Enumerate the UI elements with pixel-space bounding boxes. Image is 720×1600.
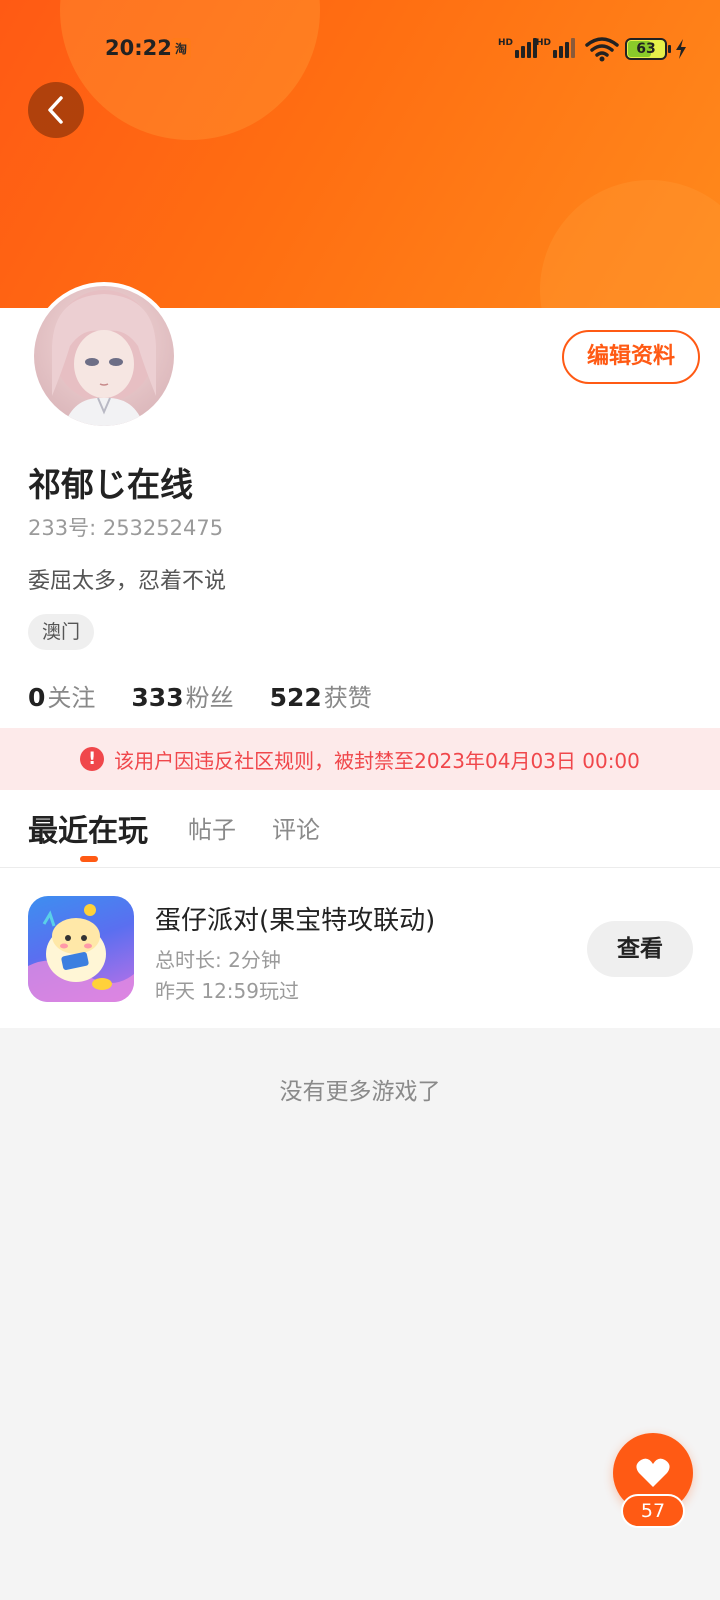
tab-indicator xyxy=(80,856,98,862)
stat-label: 获赞 xyxy=(323,684,372,712)
stat-following[interactable]: 0 关注 xyxy=(28,678,95,713)
battery-percentage: 63 xyxy=(636,41,656,57)
wifi-icon xyxy=(585,37,619,62)
status-time: 20:22 xyxy=(105,36,172,60)
battery-cap xyxy=(668,45,671,53)
list-item[interactable]: 蛋仔派对(果宝特攻联动) 总时长: 2分钟 昨天 12:59玩过 查看 xyxy=(0,868,720,1028)
profile-tabs: 最近在玩 帖子 评论 xyxy=(0,790,720,868)
edit-profile-button[interactable]: 编辑资料 xyxy=(562,330,700,384)
user-bio: 委屈太多，忍着不说 xyxy=(28,569,227,594)
game-last-played: 昨天 12:59玩过 xyxy=(155,979,299,1003)
location-tag: 澳门 xyxy=(28,614,95,650)
charging-icon xyxy=(676,39,686,59)
battery-icon: 63 xyxy=(625,38,667,60)
profile-stats: 0 关注 333 粉丝 522 获赞 xyxy=(28,678,408,713)
stat-followers[interactable]: 333 粉丝 xyxy=(131,678,233,713)
stat-label: 粉丝 xyxy=(185,684,234,712)
stat-number: 0 xyxy=(28,683,46,712)
game-title: 蛋仔派对(果宝特攻联动) xyxy=(155,906,436,936)
cell-signal-icon: HD xyxy=(498,38,539,58)
ban-notice-text: 该用户因违反社区规则，被封禁至2023年04月03日 00:00 xyxy=(114,748,640,773)
user-id: 233号: 253252475 xyxy=(28,516,224,540)
banner-decoration xyxy=(540,180,720,310)
ban-notice: ! 该用户因违反社区规则，被封禁至2023年04月03日 00:00 xyxy=(0,728,720,790)
tab-comments[interactable]: 评论 xyxy=(272,810,320,845)
avatar-image xyxy=(34,286,174,426)
game-duration: 总时长: 2分钟 xyxy=(155,948,281,972)
stat-number: 522 xyxy=(269,683,322,712)
chevron-left-icon xyxy=(48,96,63,124)
stat-number: 333 xyxy=(131,683,184,712)
back-button[interactable] xyxy=(28,82,84,138)
username: 祁郁じ在线 xyxy=(28,465,193,504)
tab-posts[interactable]: 帖子 xyxy=(188,810,236,845)
view-button[interactable]: 查看 xyxy=(587,921,693,977)
warning-icon: ! xyxy=(80,747,105,771)
heart-icon xyxy=(636,1458,670,1487)
game-icon xyxy=(28,896,134,1002)
no-more-games-text: 没有更多游戏了 xyxy=(279,1079,441,1105)
tab-recent-games[interactable]: 最近在玩 xyxy=(28,806,148,850)
avatar[interactable] xyxy=(30,282,178,430)
stat-likes[interactable]: 522 获赞 xyxy=(270,678,372,713)
like-count: 57 xyxy=(621,1494,685,1528)
cell-signal-icon: HD xyxy=(536,38,577,58)
stat-label: 关注 xyxy=(47,684,96,712)
taobao-notification-icon: 淘 xyxy=(171,38,191,60)
status-bar: 20:22 淘 HD HD 63 xyxy=(0,0,720,100)
